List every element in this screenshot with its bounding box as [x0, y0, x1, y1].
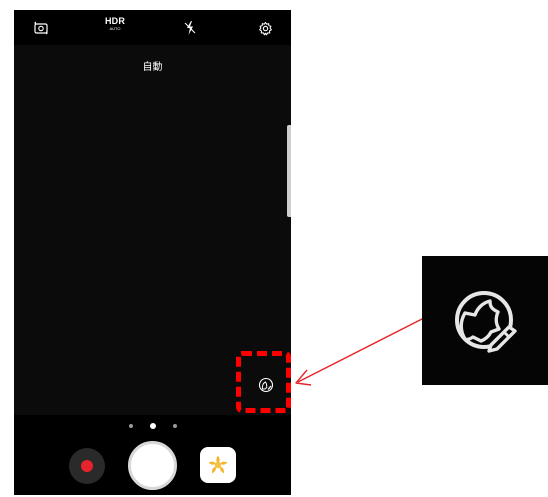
sticker-face-icon	[455, 290, 517, 353]
callout-arrow	[295, 317, 425, 386]
zoomed-icon-panel	[422, 256, 548, 385]
